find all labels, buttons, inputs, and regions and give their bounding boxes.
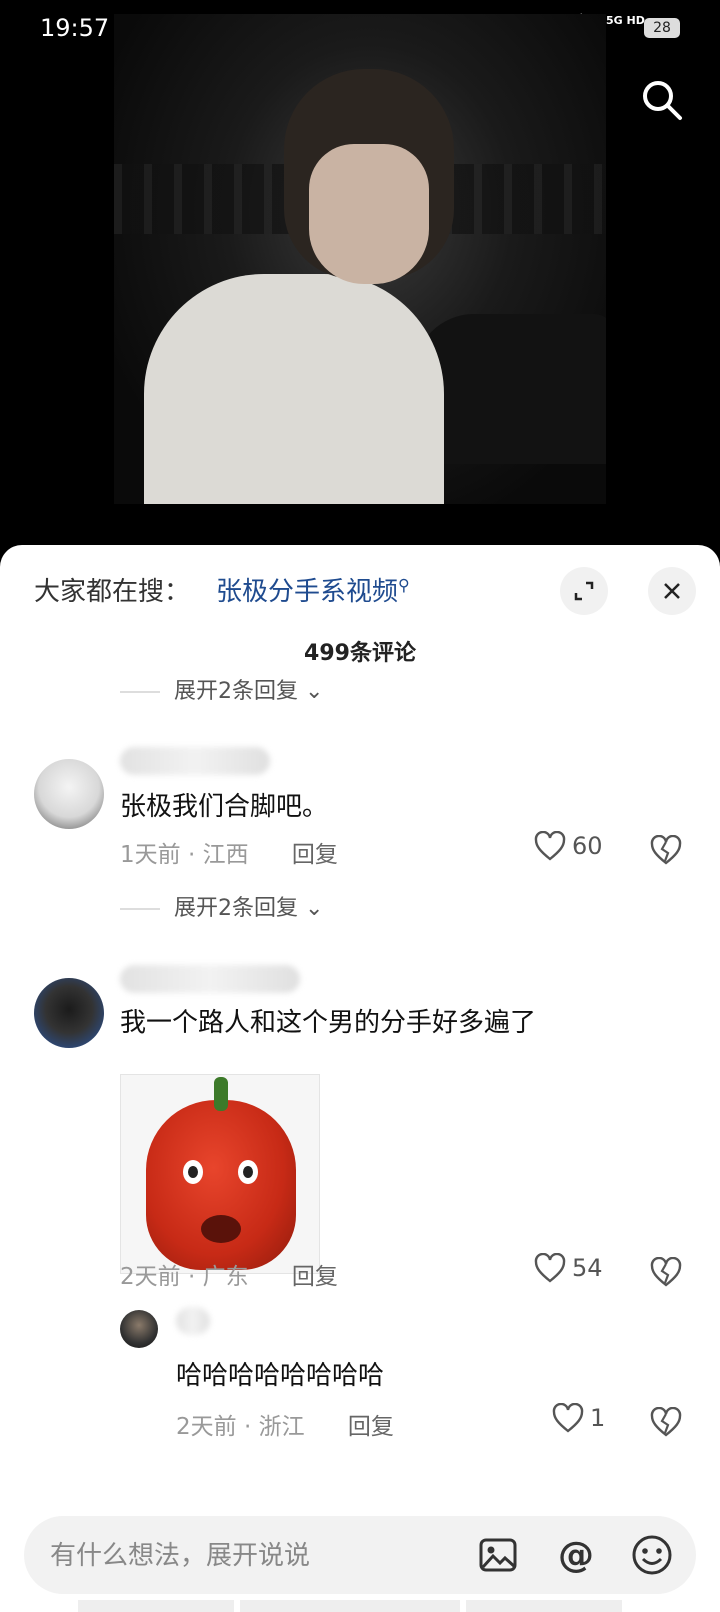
comment-time: 2天前 — [120, 1264, 181, 1290]
like-button[interactable]: 54 — [534, 1253, 603, 1283]
comment-input-bar: @ — [24, 1516, 696, 1596]
video-frame[interactable] — [114, 14, 606, 504]
network-indicator: 5G HD — [606, 14, 645, 27]
reply-button[interactable]: 回复 — [348, 1414, 394, 1440]
heart-icon — [534, 1253, 566, 1283]
expand-replies-button[interactable]: 展开2条回复 ⌄ — [120, 673, 323, 705]
person-face — [309, 144, 429, 284]
person-shirt — [144, 274, 444, 504]
broken-heart-icon — [650, 1256, 682, 1287]
bottom-nav-segment — [78, 1600, 234, 1612]
broken-heart-icon — [650, 834, 682, 865]
broken-heart-icon — [650, 1406, 682, 1437]
svg-text:@: @ — [558, 1535, 594, 1576]
pepper-image — [146, 1100, 296, 1270]
reply-meta: 2天前 · 浙江 回复 — [176, 1414, 394, 1440]
search-hint-label: 大家都在搜： — [34, 577, 191, 607]
close-button[interactable] — [648, 567, 696, 615]
heart-icon — [534, 831, 566, 861]
sticker-eye — [238, 1160, 258, 1184]
avatar[interactable] — [34, 759, 104, 829]
expand-replies-button[interactable]: 展开2条回复 ⌄ — [120, 890, 323, 922]
comments-count: 499条评论 — [304, 641, 416, 666]
expand-replies-label: 展开2条回复 — [174, 896, 298, 921]
divider — [120, 908, 160, 910]
dislike-button[interactable] — [650, 1406, 682, 1441]
expand-button[interactable] — [560, 567, 608, 615]
bottom-nav-segment — [240, 1600, 460, 1612]
close-icon — [664, 583, 680, 599]
sticker-eye — [183, 1160, 203, 1184]
heart-icon — [552, 1403, 584, 1433]
reply-button[interactable]: 回复 — [292, 1264, 338, 1290]
search-icon[interactable] — [640, 78, 684, 122]
like-count: 54 — [572, 1254, 603, 1282]
reply-time: 2天前 — [176, 1414, 237, 1440]
comment-location: 江西 — [202, 842, 249, 868]
chevron-down-icon: ⌄ — [305, 896, 324, 921]
comment-time: 1天前 — [120, 842, 181, 868]
chevron-down-icon: ⌄ — [305, 679, 324, 704]
like-count: 60 — [572, 832, 603, 860]
comment-text: 张极我们合脚吧。 — [120, 792, 329, 822]
comment-input[interactable] — [48, 1516, 472, 1596]
reply-location: 浙江 — [258, 1414, 305, 1440]
username-blurred[interactable] — [176, 1307, 210, 1335]
search-hint-link[interactable]: 张极分手系视频⚲ — [216, 571, 410, 608]
comment-sheet: 大家都在搜： 张极分手系视频⚲ 499条评论 展开2条回复 ⌄ 张极我们合脚吧。… — [0, 545, 720, 1612]
username-blurred[interactable] — [120, 747, 270, 775]
dislike-button[interactable] — [650, 1256, 682, 1291]
comment-location: 广东 — [202, 1264, 249, 1290]
sticker-mouth — [201, 1215, 241, 1243]
like-count: 1 — [590, 1404, 606, 1432]
emoji-icon[interactable] — [630, 1533, 674, 1577]
pepper-stem — [214, 1077, 228, 1111]
expand-icon — [574, 581, 594, 601]
reply-button[interactable]: 回复 — [292, 842, 338, 868]
comment-sticker-image[interactable] — [120, 1074, 320, 1274]
image-icon[interactable] — [476, 1533, 520, 1577]
at-icon[interactable]: @ — [554, 1533, 598, 1577]
search-hint-term: 张极分手系视频 — [216, 577, 399, 607]
avatar[interactable] — [34, 978, 104, 1048]
search-small-icon: ⚲ — [398, 575, 410, 595]
bottom-nav-segment — [466, 1600, 622, 1612]
like-button[interactable]: 60 — [534, 831, 603, 861]
comment-text: 我一个路人和这个男的分手好多遍了 — [120, 1008, 537, 1038]
battery-indicator: 28 — [644, 18, 680, 38]
username-blurred[interactable] — [120, 965, 300, 993]
comment-meta: 1天前 · 江西 回复 — [120, 842, 338, 868]
like-button[interactable]: 1 — [552, 1403, 605, 1433]
comment-meta: 2天前 · 广东 回复 — [120, 1264, 338, 1290]
reply-text: 哈哈哈哈哈哈哈哈 — [176, 1361, 385, 1391]
expand-replies-label: 展开2条回复 — [174, 679, 298, 704]
avatar[interactable] — [120, 1310, 158, 1348]
dislike-button[interactable] — [650, 834, 682, 869]
status-time: 19:57 — [40, 14, 110, 42]
divider — [120, 691, 160, 693]
